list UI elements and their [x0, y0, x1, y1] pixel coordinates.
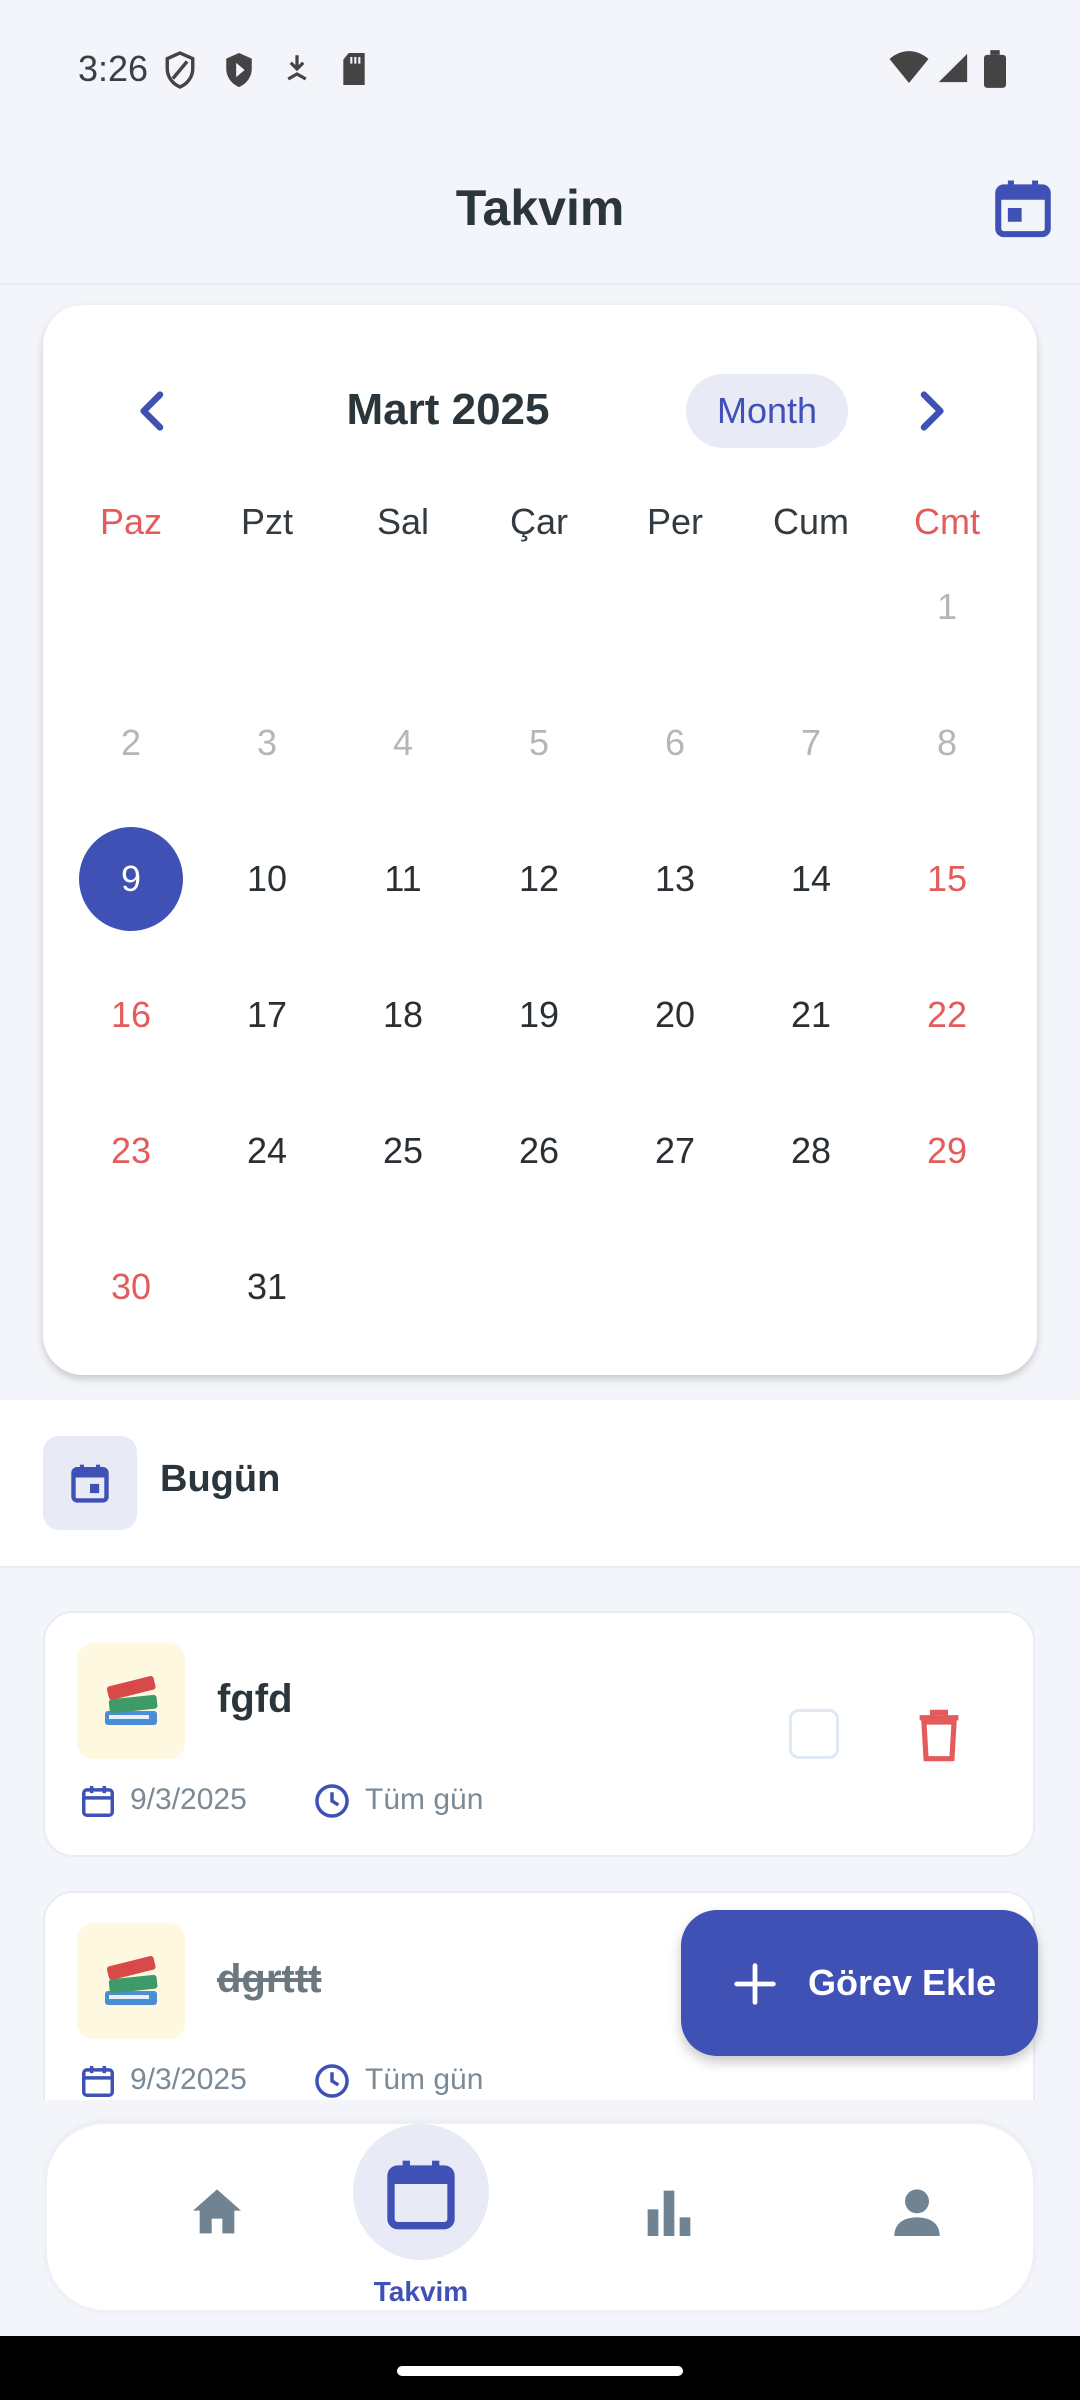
calendar-day[interactable]: 14	[743, 827, 879, 931]
nav-calendar[interactable]: Takvim	[331, 2124, 511, 2314]
calendar-day[interactable]: 12	[471, 827, 607, 931]
task-category-box	[77, 1643, 185, 1759]
status-time: 3:26	[78, 48, 149, 89]
today-icon-box	[43, 1436, 137, 1530]
nav-profile[interactable]	[827, 2124, 1007, 2314]
task-date: 9/3/2025	[130, 2063, 247, 2096]
calendar-day-selected[interactable]: 9	[63, 827, 199, 931]
cell-signal-icon	[938, 53, 968, 83]
calendar-day[interactable]: 20	[607, 963, 743, 1067]
calendar-day[interactable]: 26	[471, 1099, 607, 1203]
weekday-mon: Pzt	[240, 501, 293, 542]
calendar-day[interactable]: 29	[879, 1099, 1015, 1203]
page-title: Takvim	[455, 180, 625, 236]
calendar-day[interactable]: 19	[471, 963, 607, 1067]
weekday-sat: Cmt	[914, 501, 980, 542]
calendar-day[interactable]: 27	[607, 1099, 743, 1203]
home-gesture-pill[interactable]	[397, 2366, 683, 2376]
calendar-day[interactable]: 7	[743, 691, 879, 795]
calendar-day[interactable]: 6	[607, 691, 743, 795]
books-icon	[105, 1676, 158, 1725]
clock-icon	[315, 1784, 349, 1818]
nav-stats[interactable]	[579, 2124, 759, 2314]
calendar-day[interactable]: 10	[199, 827, 335, 931]
task-checkbox[interactable]	[789, 1709, 839, 1759]
calendar-day[interactable]: 4	[335, 691, 471, 795]
task-time: Tüm gün	[365, 1783, 484, 1816]
task-title: fgfd	[217, 1677, 293, 1721]
task-date: 9/3/2025	[130, 1783, 247, 1816]
calendar-card: Mart 2025 Month Paz Pzt Sal Çar Per Cum …	[43, 305, 1037, 1375]
calendar-day[interactable]: 23	[63, 1099, 199, 1203]
chevron-right-icon[interactable]	[903, 383, 959, 439]
calendar-day[interactable]: 13	[607, 827, 743, 931]
calendar-day[interactable]: 8	[879, 691, 1015, 795]
app-header: Takvim	[0, 135, 1080, 285]
calendar-day[interactable]: 1	[879, 555, 1015, 659]
battery-icon	[984, 50, 1006, 88]
weekday-wed: Çar	[509, 501, 568, 542]
weekday-thu: Per	[646, 501, 704, 542]
shield-play-icon	[226, 53, 252, 87]
download-icon	[287, 55, 307, 81]
calendar-day[interactable]: 5	[471, 691, 607, 795]
nav-home[interactable]	[127, 2124, 307, 2314]
calendar-day[interactable]: 21	[743, 963, 879, 1067]
shield-outline-icon	[165, 51, 195, 89]
books-icon	[105, 1956, 158, 2005]
calendar-day[interactable]: 15	[879, 827, 1015, 931]
weekday-fri: Cum	[772, 501, 849, 542]
task-title-completed: dgrttt	[217, 1957, 322, 2001]
calendar-today-icon[interactable]	[990, 175, 1056, 241]
weekday-tue: Sal	[376, 501, 430, 542]
status-bar: 3:26	[0, 0, 1080, 135]
plus-icon	[734, 1963, 776, 2005]
person-icon	[894, 2189, 940, 2236]
bar-chart-icon	[647, 2190, 691, 2236]
calendar-day[interactable]: 24	[199, 1099, 335, 1203]
calendar-small-icon	[82, 2065, 114, 2097]
calendar-small-icon	[82, 1785, 114, 1817]
calendar-event-icon	[71, 1464, 109, 1503]
sd-card-icon	[343, 53, 365, 85]
calendar-day[interactable]: 30	[63, 1235, 199, 1339]
calendar-icon	[387, 2160, 455, 2230]
home-icon	[193, 2189, 241, 2234]
nav-calendar-label: Takvim	[373, 2276, 469, 2307]
view-format-button[interactable]: Month	[686, 374, 848, 448]
today-section-header: Bugün	[0, 1400, 1080, 1568]
calendar-day[interactable]: 17	[199, 963, 335, 1067]
calendar-day[interactable]: 11	[335, 827, 471, 931]
calendar-day[interactable]: 25	[335, 1099, 471, 1203]
task-time: Tüm gün	[365, 2063, 484, 2096]
weekday-sun: Paz	[99, 501, 163, 542]
bottom-navigation: Takvim	[45, 2122, 1035, 2312]
calendar-day[interactable]: 22	[879, 963, 1015, 1067]
add-task-label: Görev Ekle	[808, 1962, 997, 2003]
calendar-day[interactable]: 2	[63, 691, 199, 795]
calendar-day[interactable]: 31	[199, 1235, 335, 1339]
task-category-box	[77, 1923, 185, 2039]
today-label: Bugün	[160, 1458, 281, 1500]
clock-icon	[315, 2064, 349, 2098]
delete-icon[interactable]	[913, 1707, 965, 1763]
add-task-button[interactable]: Görev Ekle	[681, 1910, 1038, 2056]
calendar-day[interactable]: 3	[199, 691, 335, 795]
calendar-day[interactable]: 16	[63, 963, 199, 1067]
system-navigation-bar	[0, 2336, 1080, 2400]
task-card[interactable]: fgfd 9/3/2025 Tüm gün	[43, 1611, 1035, 1857]
calendar-day[interactable]: 18	[335, 963, 471, 1067]
wifi-icon	[889, 51, 929, 83]
calendar-day[interactable]: 28	[743, 1099, 879, 1203]
